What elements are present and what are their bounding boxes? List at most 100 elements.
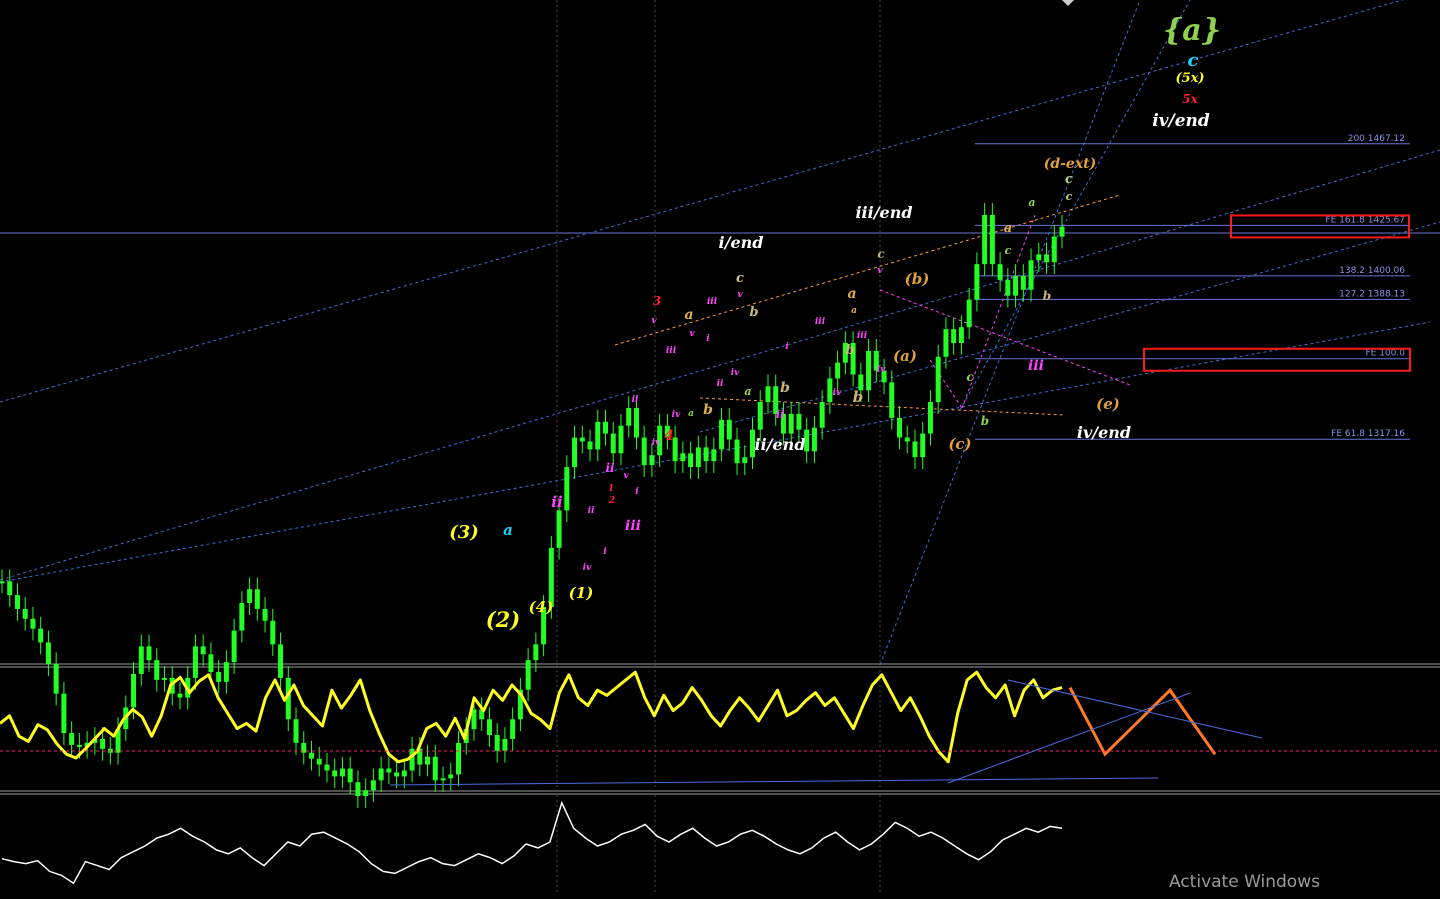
wave-label: a [1028, 196, 1035, 209]
candle-body [76, 744, 82, 747]
fib-level-label: FE 161.8 1425.67 [1325, 215, 1405, 225]
candle-body [920, 433, 926, 458]
wave-label: c [1188, 50, 1199, 71]
candle-body [904, 437, 910, 442]
wave-label: iii [666, 346, 677, 356]
wave-label: (4) [529, 598, 554, 616]
candle-body [626, 407, 632, 426]
candle-body [811, 427, 817, 452]
candle-body [370, 780, 376, 791]
candle-body [386, 768, 392, 773]
candle-body [1036, 254, 1042, 261]
candle-body [278, 644, 284, 678]
wave-label: ii [717, 379, 724, 389]
candle-body [61, 693, 67, 734]
wave-label: iv [833, 388, 842, 398]
wave-label: c [1066, 190, 1073, 203]
candle-body [494, 735, 500, 751]
wave-label: v [623, 471, 629, 481]
candle-body [146, 646, 152, 661]
candle-body [572, 437, 578, 468]
candle-body [455, 742, 461, 775]
candle-body [1028, 260, 1034, 290]
candle-body [308, 752, 314, 759]
wave-label: b [780, 380, 790, 396]
candle-body [1044, 254, 1050, 263]
candle-body [703, 447, 709, 462]
candle-body [618, 425, 624, 454]
candle-body [1005, 279, 1011, 296]
candle-body [1059, 226, 1065, 237]
candle-body [595, 421, 601, 450]
candle-body [943, 329, 949, 357]
wave-label: i [706, 334, 710, 344]
candle-body [254, 589, 260, 609]
wave-label: b [853, 388, 864, 406]
candle-body [997, 264, 1003, 280]
wave-label: (e) [1096, 395, 1120, 413]
wave-label: iv [672, 410, 681, 420]
candle-body [1051, 236, 1057, 263]
wave-label: c [877, 247, 885, 261]
wave-label: 1 [608, 484, 614, 494]
wave-label: v [651, 316, 657, 326]
candle-body [216, 671, 222, 682]
candle-body [7, 581, 13, 596]
candle-body [131, 673, 137, 708]
candle-body [192, 646, 198, 678]
wave-label: 5x [1182, 92, 1198, 106]
wave-label: ii [632, 395, 639, 405]
wave-label: 2 [608, 496, 615, 506]
wave-label: (b) [905, 270, 930, 288]
candle-body [564, 467, 570, 511]
candle-body [339, 768, 345, 777]
price-chart: 200 1467.12 FE 161.8 1425.67 138.2 1400.06… [0, 0, 1440, 895]
wave-label: i [603, 547, 607, 557]
candle-body [951, 329, 957, 343]
candle-body [316, 758, 322, 765]
wave-label: c [966, 370, 974, 384]
fib-level-label: 138.2 1400.06 [1339, 266, 1405, 276]
candle-body [394, 772, 400, 777]
wave-label: iii [815, 317, 826, 327]
wave-label: a [744, 385, 751, 398]
wave-label: iv [877, 365, 886, 375]
wave-label: iv [731, 368, 740, 378]
wave-label: b [845, 343, 854, 358]
candle-body [819, 402, 825, 428]
candle-body [680, 453, 686, 462]
wave-label: iii/end [855, 203, 912, 222]
wave-label: b [749, 305, 758, 320]
candle-body [448, 774, 454, 779]
candle-body [45, 642, 51, 665]
candle-body [38, 628, 44, 643]
candle-body [719, 419, 725, 450]
wave-label: v [877, 266, 883, 276]
candle-body [711, 449, 717, 462]
wave-label: ii [605, 461, 615, 475]
candle-body [633, 407, 639, 438]
wave-label: (a) [893, 347, 917, 365]
candle-body [866, 350, 872, 391]
candle-body [200, 646, 206, 655]
wave-label: b [0, 0, 4, 3]
wave-label: c [736, 271, 744, 286]
candle-body [556, 510, 562, 548]
candle-body [510, 719, 516, 739]
wave-label: a [851, 306, 857, 316]
candle-body [649, 455, 655, 466]
candle-body [603, 421, 609, 434]
wave-label: v [689, 329, 695, 339]
candle-body [293, 719, 299, 743]
candle-body [827, 378, 833, 403]
candle-body [966, 299, 972, 328]
fib-level-label: FE 61.8 1317.16 [1331, 429, 1405, 439]
candle-body [641, 437, 647, 466]
candle-body [363, 790, 369, 797]
wave-label: iii [857, 331, 868, 341]
wave-label: ii [588, 506, 595, 516]
wave-label: c [1005, 244, 1012, 257]
candle-body [533, 644, 539, 661]
wave-label: i [785, 342, 789, 352]
wave-label: (1) [569, 584, 594, 602]
